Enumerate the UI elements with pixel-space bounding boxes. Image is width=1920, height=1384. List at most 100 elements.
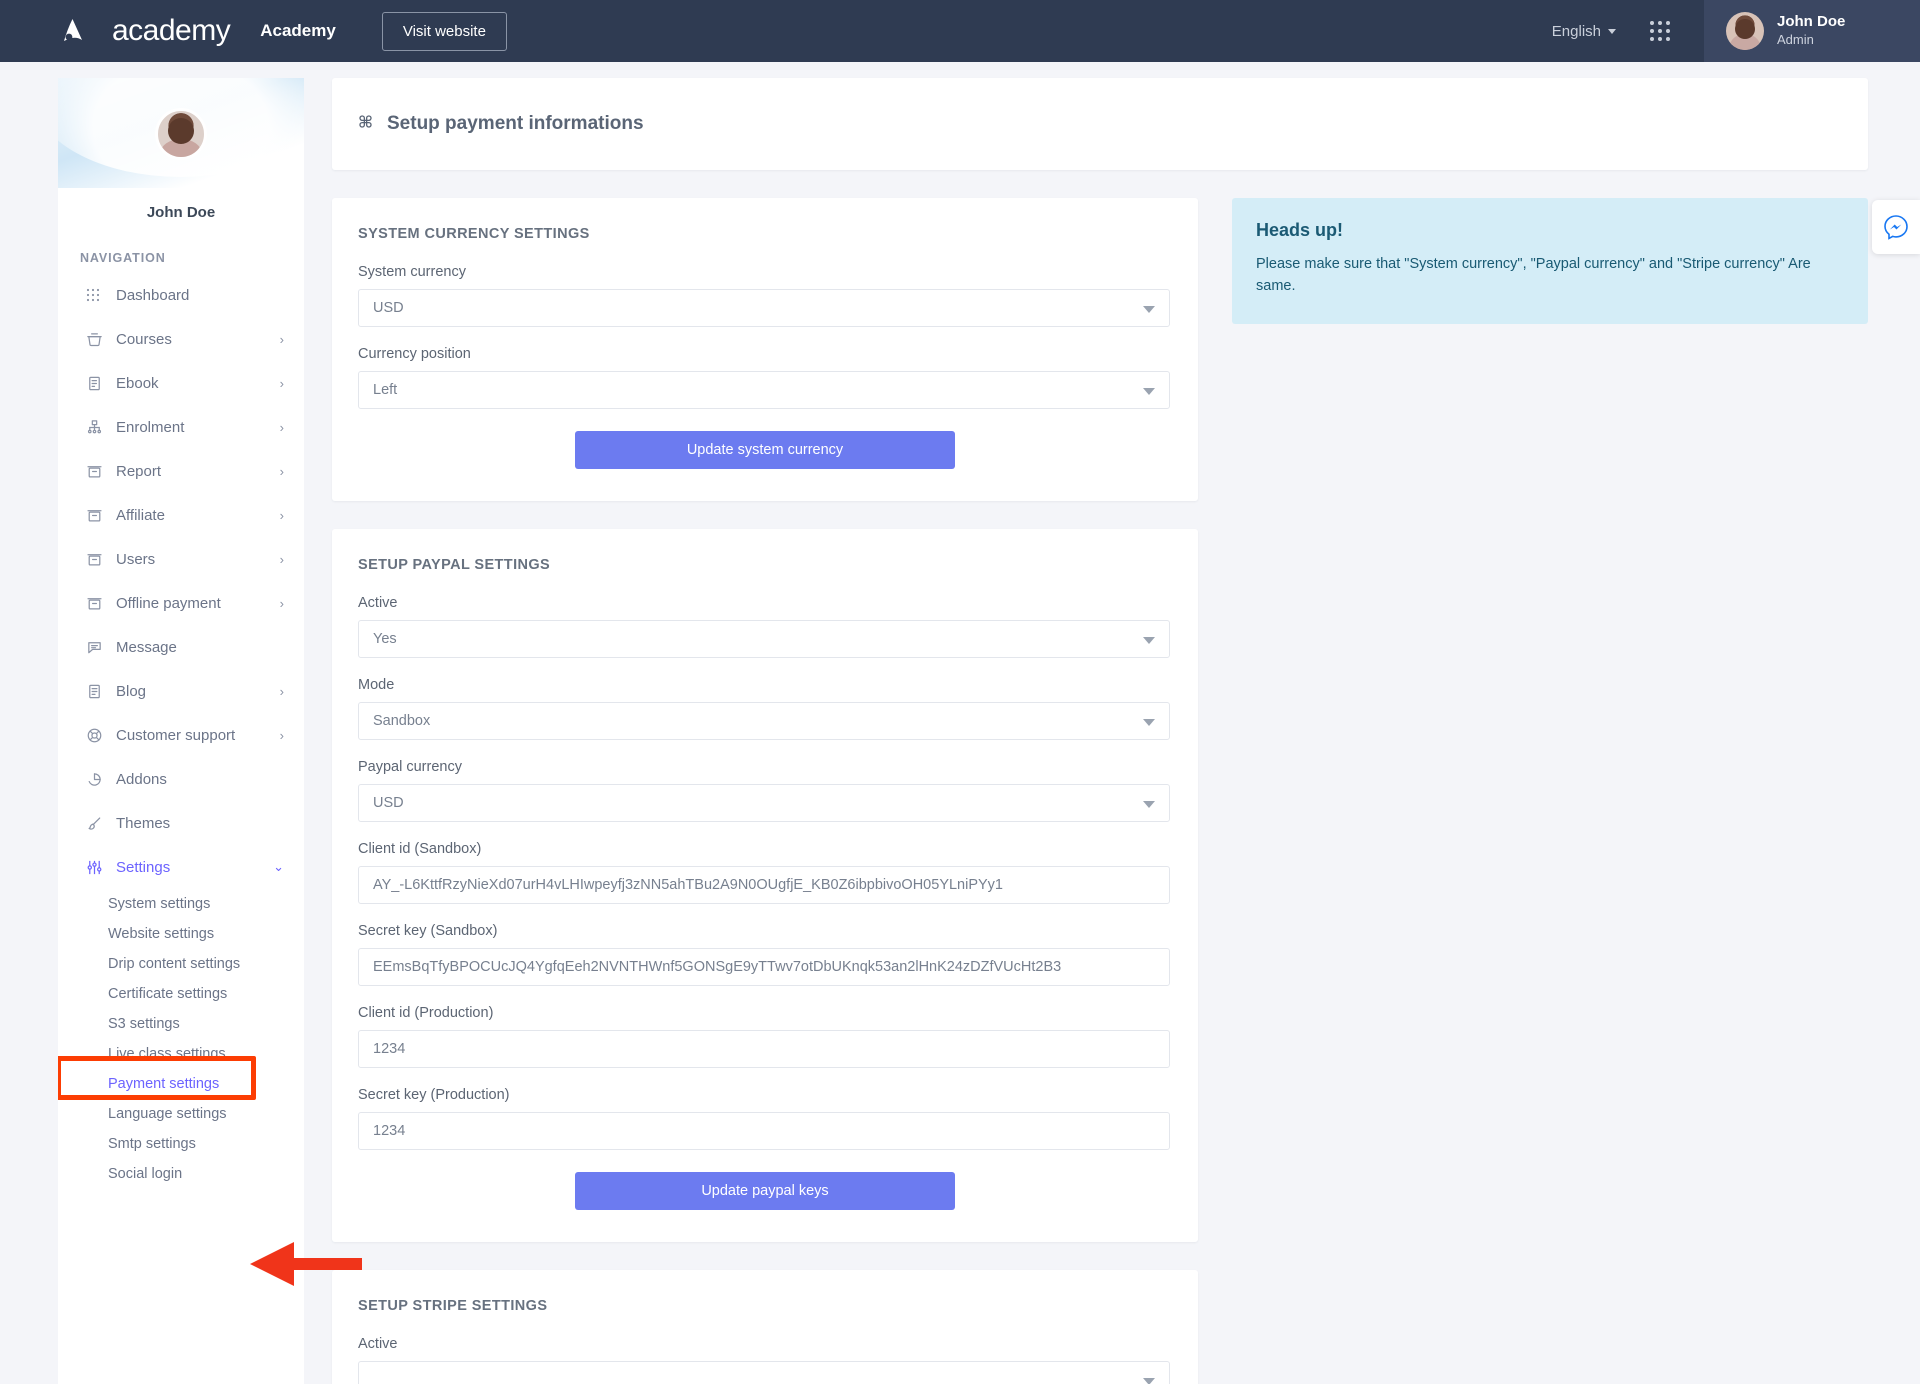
paypal-client-sandbox-input[interactable]: AY_-L6KttfRzyNieXd07urH4vLHIwpeyfj3zNN5a… — [358, 866, 1170, 904]
sidebar-item-enrolment[interactable]: Enrolment › — [58, 405, 304, 449]
navigation-section-label: NAVIGATION — [80, 251, 166, 265]
sidebar-item-message[interactable]: Message — [58, 625, 304, 669]
sidebar-item-ebook[interactable]: Ebook › — [58, 361, 304, 405]
sidebar-item-affiliate[interactable]: Affiliate › — [58, 493, 304, 537]
language-selector[interactable]: English — [1552, 23, 1616, 40]
sidebar-item-label: Report — [116, 462, 162, 480]
sidebar-subitem-live-class-settings[interactable]: Live class settings — [58, 1039, 304, 1069]
sidebar-item-label: Users — [116, 550, 156, 568]
sidebar-item-users[interactable]: Users › — [58, 537, 304, 581]
sidebar-item-blog[interactable]: Blog › — [58, 669, 304, 713]
sidebar-item-label: Blog — [116, 682, 147, 700]
sidebar-item-label-settings: Settings — [116, 858, 171, 876]
paypal-active-field: Active Yes — [358, 595, 1172, 658]
paypal-active-select[interactable]: Yes — [358, 620, 1170, 658]
paypal-active-label: Active — [358, 595, 398, 611]
chevron-right-icon: › — [279, 331, 284, 347]
paypal-mode-label: Mode — [358, 677, 395, 693]
language-label: English — [1551, 22, 1601, 40]
sidebar-item-label: Affiliate — [116, 506, 165, 524]
chevron-right-icon: › — [279, 419, 284, 435]
update-system-currency-button[interactable]: Update system currency — [575, 431, 955, 469]
user-menu[interactable]: John Doe Admin — [1704, 0, 1920, 62]
alert-body: Please make sure that "System currency",… — [1256, 256, 1811, 295]
paypal-secret-sandbox-input[interactable]: EEmsBqTfyBPOCUcJQ4YgfqEeh2NVNTHWnf5GONSg… — [358, 948, 1170, 986]
paypal-client-production-input[interactable]: 1234 — [358, 1030, 1170, 1068]
sidebar-subitem-system-settings[interactable]: System settings — [58, 889, 304, 919]
paypal-client-production-value: 1234 — [373, 1041, 406, 1057]
chevron-right-icon: › — [279, 375, 284, 391]
sidebar-item-dashboard[interactable]: Dashboard — [58, 273, 304, 317]
stripe-panel-title: SETUP STRIPE SETTINGS — [358, 1298, 548, 1314]
app-body: John Doe NAVIGATION Dashboard Courses › Ebo… — [0, 62, 1920, 1384]
sidebar-subitem-certificate-settings[interactable]: Certificate settings — [58, 979, 304, 1009]
heads-up-alert: Heads up! Please make sure that "System … — [1232, 198, 1868, 324]
grid-dots-icon — [86, 287, 116, 303]
system-currency-panel-title: SYSTEM CURRENCY SETTINGS — [358, 226, 590, 242]
chevron-down-icon: ⌄ — [273, 859, 284, 874]
brush-icon — [86, 815, 116, 832]
sidebar-avatar — [155, 108, 207, 160]
sidebar-subitem-payment-settings[interactable]: Payment settings — [58, 1069, 304, 1099]
messenger-icon — [1884, 215, 1908, 240]
archive-icon — [86, 551, 116, 568]
sidebar-item-addons[interactable]: Addons — [58, 757, 304, 801]
pie-chart-icon — [86, 771, 116, 788]
stripe-settings-panel: SETUP STRIPE SETTINGS Active — [332, 1270, 1198, 1384]
stripe-active-label: Active — [358, 1336, 398, 1352]
sidebar-item-label: Enrolment — [116, 418, 185, 436]
page-title-text: Setup payment informations — [387, 113, 644, 134]
sidebar-subitem-drip-content-settings[interactable]: Drip content settings — [58, 949, 304, 979]
paypal-mode-select[interactable]: Sandbox — [358, 702, 1170, 740]
apps-grid-icon[interactable] — [1650, 21, 1670, 41]
system-currency-field: System currency USD — [358, 264, 1172, 327]
sidebar-item-customer-support[interactable]: Customer support › — [58, 713, 304, 757]
left-column: SYSTEM CURRENCY SETTINGS System currency… — [332, 198, 1198, 1384]
paypal-currency-label: Paypal currency — [358, 759, 462, 775]
sidebar-item-themes[interactable]: Themes — [58, 801, 304, 845]
visit-website-button[interactable]: Visit website — [381, 11, 507, 51]
chevron-right-icon: › — [279, 595, 284, 611]
paypal-currency-select[interactable]: USD — [358, 784, 1170, 822]
sidebar-item-label: Courses — [116, 330, 172, 348]
page-header-card: Setup payment informations — [332, 78, 1868, 170]
sidebar-subitem-language-settings[interactable]: Language settings — [58, 1099, 304, 1129]
hierarchy-icon — [86, 419, 116, 436]
command-icon — [356, 112, 375, 137]
sidebar-item-report[interactable]: Report › — [58, 449, 304, 493]
sidebar-item-courses[interactable]: Courses › — [58, 317, 304, 361]
paypal-currency-value: USD — [373, 795, 404, 811]
messenger-chat-button[interactable] — [1872, 200, 1920, 254]
stripe-active-select[interactable] — [358, 1361, 1170, 1384]
archive-icon — [86, 463, 116, 480]
academy-logo-icon — [58, 16, 88, 46]
paypal-secret-production-input[interactable]: 1234 — [358, 1112, 1170, 1150]
paypal-client-sandbox-value: AY_-L6KttfRzyNieXd07urH4vLHIwpeyfj3zNN5a… — [373, 877, 1003, 893]
paypal-currency-field: Paypal currency USD — [358, 759, 1172, 822]
header-right-tools: English John Doe Admin — [1552, 0, 1920, 62]
system-currency-select[interactable]: USD — [358, 289, 1170, 327]
lifebuoy-icon — [86, 727, 116, 744]
sidebar-subitem-s3-settings[interactable]: S3 settings — [58, 1009, 304, 1039]
main-content: Setup payment informations SYSTEM CURREN… — [332, 78, 1920, 1384]
sidebar-item-settings[interactable]: Settings ⌄ — [58, 845, 304, 889]
sliders-icon — [86, 859, 116, 876]
sidebar-subitem-smtp-settings[interactable]: Smtp settings — [58, 1129, 304, 1159]
chevron-right-icon: › — [279, 727, 284, 743]
paypal-client-sandbox-label: Client id (Sandbox) — [358, 841, 482, 857]
avatar — [1726, 12, 1764, 50]
archive-icon — [86, 507, 116, 524]
sidebar-item-offline-payment[interactable]: Offline payment › — [58, 581, 304, 625]
system-currency-label: System currency — [358, 264, 466, 280]
paypal-client-production-label: Client id (Production) — [358, 1005, 494, 1021]
chevron-right-icon: › — [279, 551, 284, 567]
currency-position-select[interactable]: Left — [358, 371, 1170, 409]
archive-icon — [86, 595, 116, 612]
paypal-secret-production-field: Secret key (Production) 1234 — [358, 1087, 1172, 1150]
sidebar-subitem-social-login[interactable]: Social login — [58, 1159, 304, 1189]
update-paypal-keys-button[interactable]: Update paypal keys — [575, 1172, 955, 1210]
sidebar-subitem-website-settings[interactable]: Website settings — [58, 919, 304, 949]
paypal-active-value: Yes — [373, 631, 397, 647]
chevron-right-icon: › — [279, 463, 284, 479]
sidebar-profile-name: John Doe — [146, 204, 216, 221]
